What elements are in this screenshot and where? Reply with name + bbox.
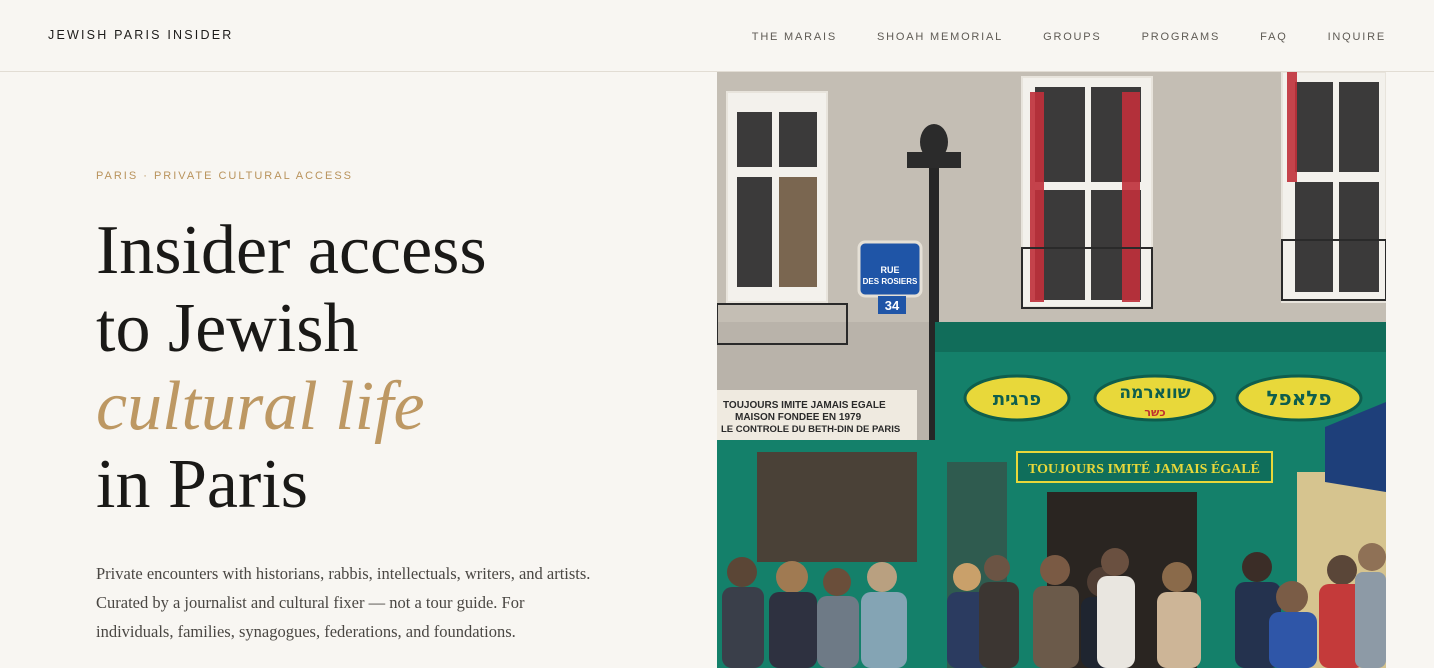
hero-headline: Insider access to Jewish cultural life i…: [96, 212, 487, 524]
shop-banner-line2: MAISON FONDEE EN 1979: [735, 412, 862, 423]
shop-banner-line3: LE CONTROLE DU BETH-DIN DE PARIS: [721, 424, 900, 435]
headline-line-1: Insider access: [96, 212, 487, 289]
nav-link-faq[interactable]: FAQ: [1260, 31, 1287, 43]
hebrew-sign-falafel: פלאפל: [1266, 386, 1331, 410]
headline-accent-line: cultural life: [96, 368, 425, 445]
nav-link-inquire[interactable]: INQUIRE: [1328, 31, 1386, 43]
hebrew-sign-shawarma: שווארמה: [1119, 383, 1190, 403]
nav-link-the-marais[interactable]: THE MARAIS: [752, 31, 837, 43]
hero-photo-rue-des-rosiers: RUE DES ROSIERS 34 TOUJOURS IMITE JAMAIS…: [717, 72, 1386, 668]
shop-banner-line1: TOUJOURS IMITE JAMAIS EGALE: [723, 400, 886, 411]
nav-link-programs[interactable]: PROGRAMS: [1142, 31, 1221, 43]
street-number: 34: [885, 298, 900, 313]
hebrew-sign-kosher: כשר: [1144, 406, 1165, 419]
nav-link-groups[interactable]: GROUPS: [1043, 31, 1101, 43]
hebrew-sign-pargit: פרגית: [993, 389, 1041, 410]
street-sign-line2: DES ROSIERS: [863, 277, 918, 286]
brand-logo-link[interactable]: JEWISH PARIS INSIDER: [48, 28, 233, 42]
nav-link-shoah-memorial[interactable]: SHOAH MEMORIAL: [877, 31, 1003, 43]
main-nav: THE MARAIS SHOAH MEMORIAL GROUPS PROGRAM…: [752, 31, 1386, 43]
site-header: JEWISH PARIS INSIDER THE MARAIS SHOAH ME…: [0, 0, 1434, 72]
hero-eyebrow: PARIS · PRIVATE CULTURAL ACCESS: [96, 170, 353, 182]
shop-slogan: TOUJOURS IMITÉ JAMAIS ÉGALÉ: [1028, 460, 1260, 477]
hero-lede: Private encounters with historians, rabb…: [96, 564, 591, 641]
headline-line-4: in Paris: [96, 446, 308, 523]
headline-line-2: to Jewish: [96, 290, 359, 367]
street-sign-line1: RUE: [880, 265, 899, 275]
